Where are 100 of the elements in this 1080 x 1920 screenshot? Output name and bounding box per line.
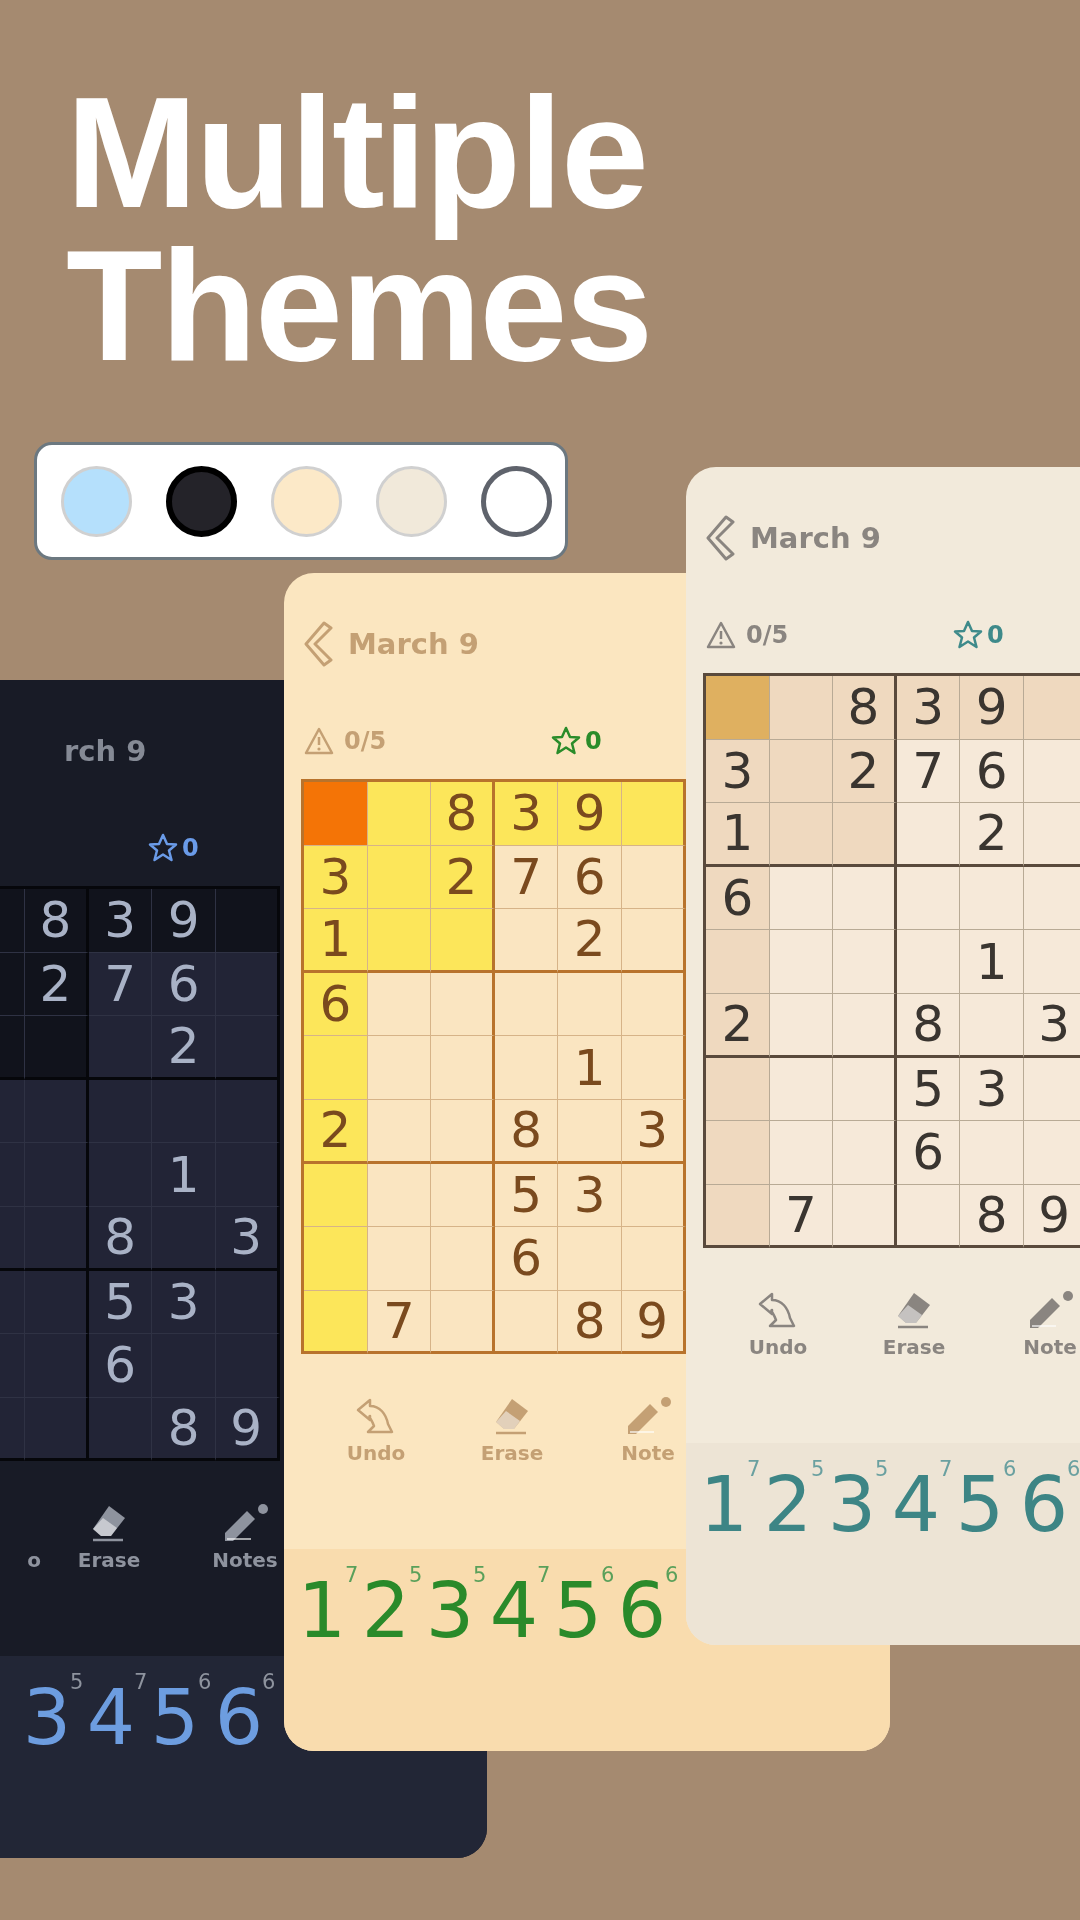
- grid-cell[interactable]: 7: [769, 1184, 834, 1249]
- grid-cell[interactable]: 3: [215, 1206, 280, 1271]
- grid-cell[interactable]: [367, 1036, 432, 1100]
- grid-cell[interactable]: [152, 1079, 216, 1144]
- notes-button[interactable]: Notes: [212, 1499, 278, 1574]
- grid-cell[interactable]: [367, 1099, 432, 1164]
- grid-cell[interactable]: 3: [960, 1057, 1024, 1122]
- grid-cell[interactable]: 6: [960, 739, 1024, 804]
- grid-cell[interactable]: 6: [88, 1334, 153, 1398]
- grid-cell[interactable]: 6: [896, 1121, 961, 1185]
- grid-cell[interactable]: [431, 909, 495, 973]
- grid-cell[interactable]: [621, 909, 686, 973]
- grid-cell[interactable]: [833, 866, 897, 931]
- grid-cell[interactable]: [960, 866, 1024, 931]
- grid-cell[interactable]: [25, 1397, 89, 1462]
- grid-cell[interactable]: 8: [152, 1397, 216, 1462]
- grid-cell[interactable]: 8: [833, 676, 897, 740]
- grid-cell[interactable]: [152, 1206, 216, 1271]
- grid-cell[interactable]: 8: [558, 1290, 622, 1355]
- grid-cell[interactable]: [833, 930, 897, 994]
- grid-cell[interactable]: 5: [896, 1057, 961, 1122]
- grid-cell[interactable]: [769, 1121, 834, 1185]
- erase-button[interactable]: Erase: [882, 1286, 946, 1361]
- grid-cell[interactable]: [367, 909, 432, 973]
- grid-cell[interactable]: [25, 1206, 89, 1271]
- grid-cell[interactable]: [25, 1334, 89, 1398]
- back-icon[interactable]: [304, 621, 334, 667]
- grid-cell[interactable]: 7: [367, 1290, 432, 1355]
- grid-cell[interactable]: [431, 1036, 495, 1100]
- grid-cell[interactable]: [494, 972, 559, 1037]
- grid-cell[interactable]: [367, 1163, 432, 1228]
- grid-cell[interactable]: 7: [896, 739, 961, 804]
- grid-cell[interactable]: [25, 1016, 89, 1080]
- grid-cell[interactable]: 7: [494, 845, 559, 910]
- tool-button[interactable]: o: [27, 1499, 41, 1574]
- grid-cell[interactable]: [1023, 676, 1080, 740]
- grid-cell[interactable]: [769, 676, 834, 740]
- grid-cell[interactable]: 6: [494, 1227, 559, 1291]
- grid-cell[interactable]: [706, 1184, 770, 1249]
- grid-cell[interactable]: [431, 1163, 495, 1228]
- grid-cell[interactable]: 2: [304, 1099, 368, 1164]
- grid-cell[interactable]: [960, 993, 1024, 1058]
- grid-cell[interactable]: 3: [896, 676, 961, 740]
- grid-cell[interactable]: 3: [1023, 993, 1080, 1058]
- grid-cell[interactable]: [1023, 1057, 1080, 1122]
- grid-cell[interactable]: [558, 1227, 622, 1291]
- grid-cell[interactable]: 6: [304, 972, 368, 1037]
- grid-cell[interactable]: [621, 972, 686, 1037]
- grid-cell[interactable]: [1023, 739, 1080, 804]
- grid-cell[interactable]: [621, 845, 686, 910]
- grid-cell[interactable]: [896, 930, 961, 994]
- grid-cell[interactable]: [215, 1016, 280, 1080]
- grid-cell[interactable]: 3: [304, 845, 368, 910]
- grid-cell[interactable]: 2: [960, 803, 1024, 867]
- grid-cell[interactable]: 8: [88, 1206, 153, 1271]
- grid-cell[interactable]: [769, 1057, 834, 1122]
- grid-cell[interactable]: [706, 676, 770, 740]
- grid-cell[interactable]: [367, 1227, 432, 1291]
- grid-cell[interactable]: [494, 909, 559, 973]
- grid-cell[interactable]: [367, 782, 432, 846]
- grid-cell[interactable]: 9: [960, 676, 1024, 740]
- grid-cell[interactable]: [621, 1163, 686, 1228]
- grid-cell[interactable]: [558, 972, 622, 1037]
- grid-cell[interactable]: 8: [960, 1184, 1024, 1249]
- grid-cell[interactable]: [215, 1270, 280, 1335]
- grid-cell[interactable]: [88, 1143, 153, 1207]
- grid-cell[interactable]: [833, 1121, 897, 1185]
- grid-cell[interactable]: [25, 1079, 89, 1144]
- grid-cell[interactable]: 8: [25, 889, 89, 953]
- grid-cell[interactable]: [1023, 803, 1080, 867]
- grid-cell[interactable]: [431, 1290, 495, 1355]
- grid-cell[interactable]: 3: [621, 1099, 686, 1164]
- grid-cell[interactable]: 9: [215, 1397, 280, 1462]
- grid-cell[interactable]: [367, 972, 432, 1037]
- grid-cell[interactable]: [769, 803, 834, 867]
- grid-cell[interactable]: [833, 803, 897, 867]
- grid-cell[interactable]: [621, 1036, 686, 1100]
- grid-cell[interactable]: [215, 889, 280, 953]
- grid-cell[interactable]: 2: [25, 952, 89, 1017]
- back-icon[interactable]: [706, 515, 736, 561]
- grid-cell[interactable]: [494, 1290, 559, 1355]
- grid-cell[interactable]: [215, 1079, 280, 1144]
- grid-cell[interactable]: 2: [152, 1016, 216, 1080]
- grid-cell[interactable]: [215, 1334, 280, 1398]
- grid-cell[interactable]: 8: [431, 782, 495, 846]
- grid-cell[interactable]: 1: [706, 803, 770, 867]
- grid-cell[interactable]: 2: [558, 909, 622, 973]
- grid-cell[interactable]: [494, 1036, 559, 1100]
- grid-cell[interactable]: [769, 993, 834, 1058]
- grid-cell[interactable]: 3: [494, 782, 559, 846]
- grid-cell[interactable]: 6: [152, 952, 216, 1017]
- grid-cell[interactable]: [833, 993, 897, 1058]
- grid-cell[interactable]: 6: [558, 845, 622, 910]
- grid-cell[interactable]: [706, 930, 770, 994]
- grid-cell[interactable]: [621, 782, 686, 846]
- grid-cell[interactable]: [431, 1099, 495, 1164]
- grid-cell[interactable]: [431, 1227, 495, 1291]
- grid-cell[interactable]: [769, 866, 834, 931]
- grid-cell[interactable]: [25, 1270, 89, 1335]
- grid-cell[interactable]: 5: [494, 1163, 559, 1228]
